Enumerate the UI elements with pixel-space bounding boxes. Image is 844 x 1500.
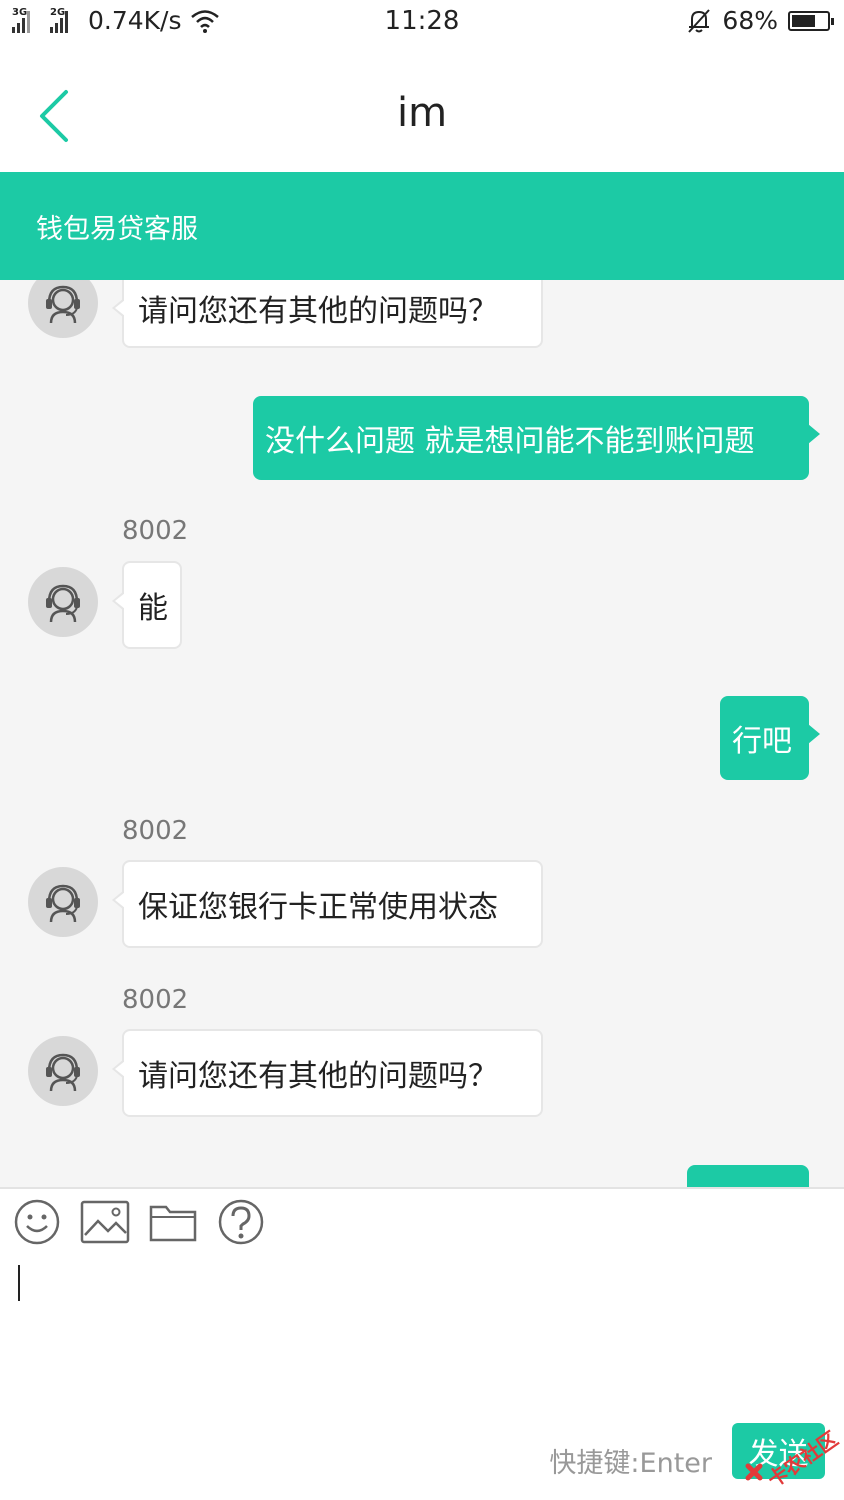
help-icon: [218, 1199, 264, 1245]
sender-id: 8002: [122, 816, 189, 846]
status-bar: 3G 2G 0.74K/s 11:28 68%: [0, 0, 844, 46]
agent-avatar: [28, 567, 98, 637]
outgoing-message-partial[interactable]: [687, 1165, 809, 1187]
outgoing-message[interactable]: 行吧: [720, 696, 820, 780]
image-icon: [80, 1200, 130, 1244]
folder-icon: [149, 1205, 197, 1242]
service-banner: 钱包易贷客服: [0, 172, 844, 280]
message-text: 请问您还有其他的问题吗？: [138, 1059, 498, 1094]
chat-message-list[interactable]: 请问您还有其他的问题吗？ 没什么问题 就是想问能不能到账问题 8002 能 行吧…: [0, 280, 844, 1187]
incoming-message[interactable]: 能: [112, 561, 182, 649]
emoji-icon: [14, 1199, 60, 1245]
text-input-caret[interactable]: [18, 1265, 20, 1301]
agent-avatar: [28, 1036, 98, 1106]
headset-agent-icon: [46, 1053, 80, 1092]
headset-agent-icon: [46, 884, 80, 923]
message-composer: 快捷键:Enter: [0, 1187, 844, 1500]
battery-icon: [788, 10, 834, 31]
emoji-button[interactable]: [12, 1197, 62, 1247]
message-text: 行吧: [732, 724, 792, 759]
message-text: 能: [138, 591, 168, 626]
battery-fill: [792, 14, 816, 27]
agent-avatar: [28, 867, 98, 937]
incoming-message[interactable]: 请问您还有其他的问题吗？: [112, 1029, 543, 1117]
incoming-message[interactable]: 请问您还有其他的问题吗？: [112, 280, 543, 348]
service-name: 钱包易贷客服: [36, 213, 198, 245]
status-right: 68%: [686, 6, 834, 35]
sender-id: 8002: [122, 516, 189, 546]
image-button[interactable]: [80, 1197, 130, 1247]
file-button[interactable]: [148, 1197, 198, 1247]
battery-percent: 68%: [722, 6, 778, 35]
shortcut-hint: 快捷键:Enter: [549, 1448, 712, 1479]
agent-avatar: [28, 280, 98, 338]
incoming-message[interactable]: 保证您银行卡正常使用状态: [112, 860, 543, 948]
message-text: 没什么问题 就是想问能不能到账问题: [265, 424, 755, 459]
message-text: 保证您银行卡正常使用状态: [138, 890, 498, 925]
page-title: im: [396, 90, 448, 136]
headset-agent-icon: [46, 285, 80, 324]
send-button[interactable]: 发送: [732, 1423, 825, 1479]
nav-bar: im: [0, 46, 844, 172]
message-text: 请问您还有其他的问题吗？: [138, 294, 498, 329]
sender-id: 8002: [122, 985, 189, 1015]
mute-bell-icon: [688, 8, 711, 33]
outgoing-message[interactable]: 没什么问题 就是想问能不能到账问题: [253, 396, 820, 480]
composer-toolbar: [12, 1197, 266, 1247]
help-button[interactable]: [216, 1197, 266, 1247]
headset-agent-icon: [46, 584, 80, 623]
